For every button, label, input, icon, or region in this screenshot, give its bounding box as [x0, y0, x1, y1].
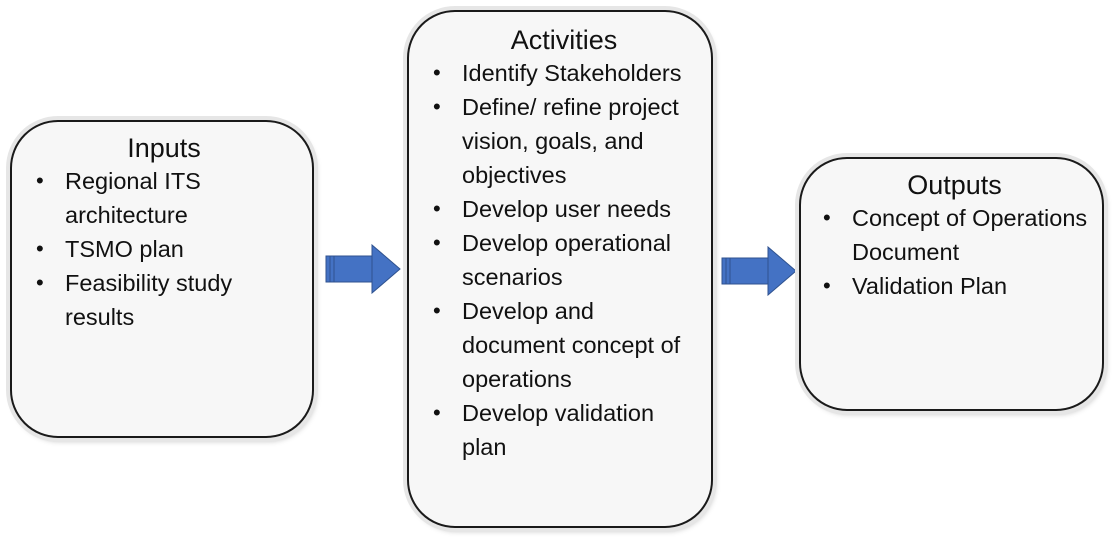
arrow-head	[371, 244, 401, 294]
list-item: • Develop operational scenarios	[429, 226, 699, 294]
bullet-icon: •	[823, 205, 831, 230]
list-item-text: Regional ITS architecture	[65, 168, 201, 228]
list-item: • Concept of Operations Document	[819, 201, 1090, 269]
bullet-icon: •	[36, 270, 44, 295]
activities-title: Activities	[510, 25, 618, 55]
bullet-icon: •	[433, 94, 441, 119]
outputs-box: Outputs • Concept of Operations Document …	[799, 157, 1104, 411]
list-item: • Define/ refine project vision, goals, a…	[429, 90, 699, 192]
bullet-icon: •	[433, 230, 441, 255]
list-item-text: Concept of Operations Document	[852, 205, 1088, 265]
list-item: • Develop validation plan	[429, 396, 699, 464]
arrow-shaft	[325, 255, 373, 283]
bullet-icon: •	[823, 273, 831, 298]
list-item: • Develop user needs	[429, 192, 699, 226]
list-item-text: Validation Plan	[852, 273, 1008, 299]
outputs-title: Outputs	[907, 170, 1002, 200]
list-item: • TSMO plan	[32, 232, 296, 266]
bullet-icon: •	[433, 60, 441, 85]
bullet-icon: •	[36, 168, 44, 193]
bullet-icon: •	[433, 400, 441, 425]
activities-list: • Identify Stakeholders • Define/ refine p…	[429, 56, 699, 464]
list-item-text: Identify Stakeholders	[462, 60, 682, 86]
list-item: • Identify Stakeholders	[429, 56, 699, 90]
activities-box: Activities • Identify Stakeholders • Defin…	[407, 10, 713, 528]
list-item-text: Develop operational scenarios	[462, 230, 672, 290]
inputs-box: Inputs • Regional ITS architecture • TSMO …	[10, 120, 314, 438]
arrow-shaft	[721, 257, 769, 285]
list-item-text: Define/ refine project vision, goals, an…	[462, 94, 679, 188]
list-item: • Validation Plan	[819, 269, 1090, 303]
list-item: • Feasibility study results	[32, 266, 296, 334]
list-item-text: Develop user needs	[462, 196, 672, 222]
list-item-text: Feasibility study results	[65, 270, 233, 330]
bullet-icon: •	[433, 298, 441, 323]
bullet-icon: •	[433, 196, 441, 221]
right-arrow-icon	[325, 244, 401, 294]
right-arrow-icon	[721, 246, 797, 296]
arrow-head	[767, 246, 797, 296]
outputs-list: • Concept of Operations Document • Validat…	[819, 201, 1090, 303]
list-item: • Develop and document concept of operati…	[429, 294, 699, 396]
list-item-text: TSMO plan	[65, 236, 184, 262]
inputs-title: Inputs	[127, 133, 201, 163]
inputs-list: • Regional ITS architecture • TSMO plan • F…	[32, 164, 296, 334]
bullet-icon: •	[36, 236, 44, 261]
list-item-text: Develop validation plan	[462, 400, 655, 460]
list-item: • Regional ITS architecture	[32, 164, 296, 232]
list-item-text: Develop and document concept of operatio…	[462, 298, 681, 392]
